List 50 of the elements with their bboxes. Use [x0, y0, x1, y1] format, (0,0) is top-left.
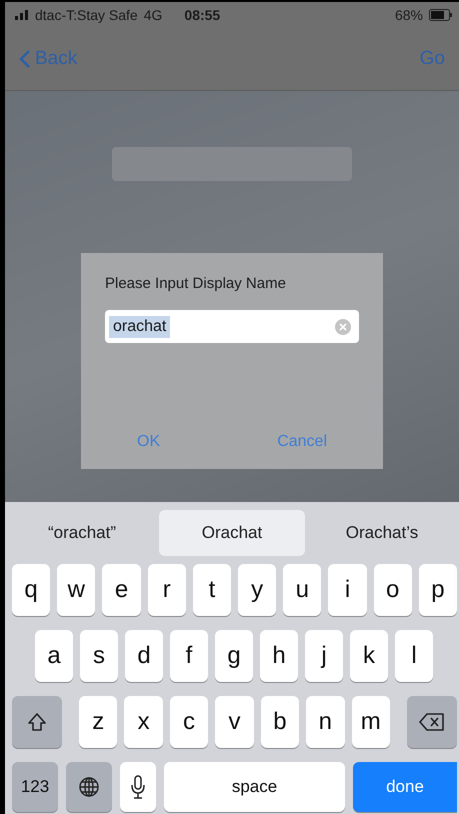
letter-key[interactable]: i	[328, 564, 367, 616]
letter-key[interactable]: v	[215, 696, 254, 748]
name-input-field[interactable]: orachat	[105, 310, 359, 343]
microphone-icon	[131, 775, 145, 799]
letter-key[interactable]: m	[352, 696, 390, 748]
suggestion-item[interactable]: “orachat”	[9, 510, 155, 556]
clock-time: 08:55	[184, 7, 220, 23]
letter-key[interactable]: a	[35, 630, 73, 682]
letter-key[interactable]: g	[215, 630, 253, 682]
letter-key[interactable]: l	[395, 630, 433, 682]
done-key[interactable]: done	[353, 762, 457, 812]
globe-key[interactable]	[66, 762, 112, 812]
signal-icon	[15, 10, 29, 20]
letter-key[interactable]: q	[12, 564, 50, 616]
suggestion-item[interactable]: Orachat	[159, 510, 305, 556]
letter-key[interactable]: h	[260, 630, 298, 682]
letter-key[interactable]: t	[192, 564, 232, 616]
letter-key[interactable]: z	[79, 696, 118, 748]
globe-icon	[78, 776, 100, 798]
letter-key[interactable]: b	[260, 696, 300, 748]
shift-arrow-icon	[26, 711, 48, 733]
microphone-key[interactable]	[120, 762, 156, 812]
space-key[interactable]: space	[164, 762, 345, 812]
letter-key[interactable]: e	[102, 564, 141, 616]
letter-key[interactable]: w	[57, 564, 96, 616]
letter-key[interactable]: n	[306, 696, 345, 748]
letter-key[interactable]: c	[170, 696, 208, 748]
letter-key[interactable]: s	[80, 630, 118, 682]
battery-icon	[429, 9, 453, 21]
letter-key[interactable]: k	[350, 630, 388, 682]
battery-percent: 68%	[394, 7, 423, 23]
carrier-name: dtac-T:Stay Safe	[35, 7, 138, 23]
letter-key[interactable]: x	[124, 696, 163, 748]
letter-key[interactable]: o	[374, 564, 412, 616]
suggestion-item[interactable]: Orachat’s	[309, 510, 455, 556]
letter-key[interactable]: y	[238, 564, 276, 616]
delete-key[interactable]	[406, 696, 457, 748]
letter-key[interactable]: u	[283, 564, 322, 616]
letter-key[interactable]: p	[418, 564, 458, 616]
letter-key[interactable]: r	[148, 564, 186, 616]
numbers-key[interactable]: 123	[12, 762, 58, 812]
network-type: 4G	[144, 7, 162, 23]
backspace-icon	[418, 713, 445, 731]
letter-key[interactable]: f	[170, 630, 208, 682]
letter-key[interactable]: j	[305, 630, 343, 682]
shift-key[interactable]	[12, 696, 62, 748]
input-value: orachat	[109, 316, 170, 338]
chevron-left-icon	[19, 49, 31, 69]
dialog-title: Please Input Display Name	[105, 275, 287, 292]
letter-key[interactable]: d	[125, 630, 163, 682]
